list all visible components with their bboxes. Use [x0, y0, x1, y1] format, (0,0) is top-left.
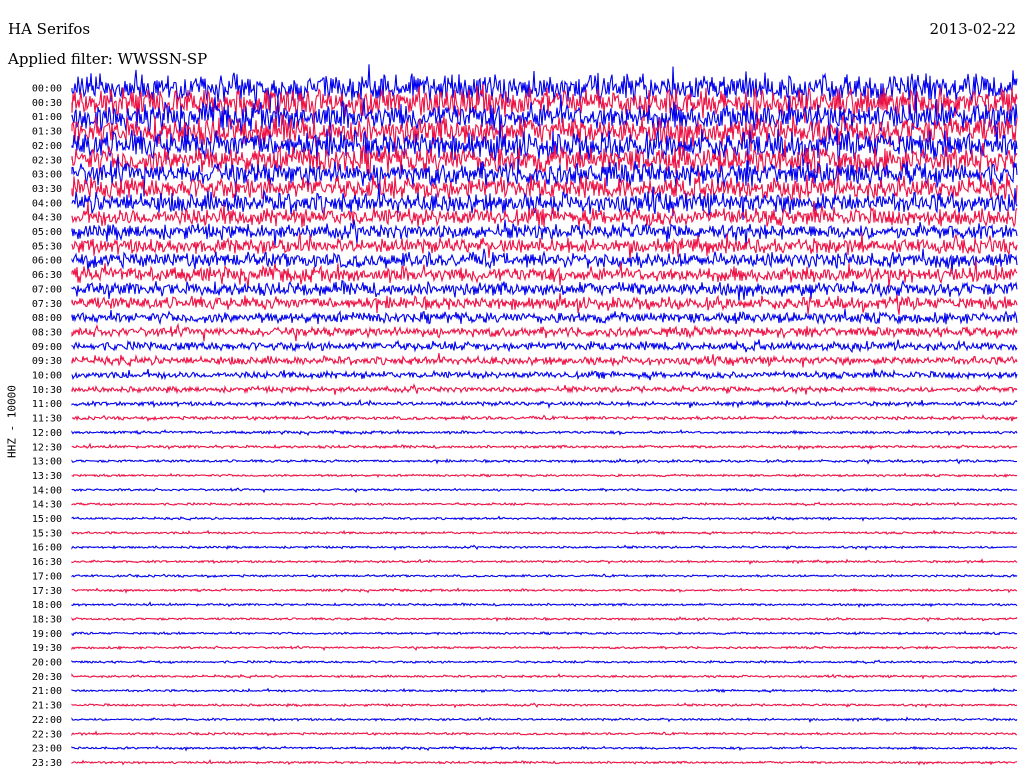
time-tick-label: 17:30: [32, 586, 62, 597]
seismogram-plot: 00:00 00:30 01:00 01:30 02:00 02:30 03:00 03:30…: [32, 64, 1018, 769]
time-tick-label: 03:30: [32, 184, 62, 195]
trace-line: [71, 90, 1018, 143]
trace-line: [71, 352, 1018, 368]
time-tick-label: 04:00: [32, 198, 62, 209]
trace-line: [71, 558, 1018, 566]
trace-line: [71, 529, 1018, 536]
time-tick-label: 05:00: [32, 227, 62, 238]
time-tick-label: 11:00: [32, 399, 62, 410]
time-tick-label: 15:30: [32, 528, 62, 539]
time-tick-label: 18:00: [32, 600, 62, 611]
trace-line: [71, 442, 1018, 451]
time-tick-label: 07:30: [32, 299, 62, 310]
time-tick-label: 23:00: [32, 744, 62, 755]
time-tick-label: 04:30: [32, 213, 62, 224]
time-tick-label: 08:30: [32, 327, 62, 338]
trace-line: [71, 515, 1018, 522]
trace-line: [71, 487, 1018, 494]
time-tick-label: 10:00: [32, 371, 62, 382]
trace-line: [71, 260, 1018, 289]
time-tick-label: 09:30: [32, 356, 62, 367]
time-tick-label: 06:30: [32, 270, 62, 281]
time-tick-label: 16:00: [32, 543, 62, 554]
trace-line: [71, 171, 1018, 204]
trace-line: [71, 414, 1018, 422]
time-tick-label: 20:30: [32, 672, 62, 683]
time-tick-label: 10:30: [32, 385, 62, 396]
time-tick-label: 03:00: [32, 170, 62, 181]
time-tick-label: 05:30: [32, 241, 62, 252]
trace-line: [71, 745, 1018, 752]
trace-line: [71, 601, 1018, 608]
trace-line: [71, 279, 1018, 302]
trace-line: [71, 472, 1018, 479]
time-tick-label: 21:00: [32, 686, 62, 697]
time-tick-label: 01:30: [32, 127, 62, 138]
time-tick-label: 12:00: [32, 428, 62, 439]
trace-line: [71, 616, 1018, 623]
trace-line: [71, 730, 1018, 737]
time-tick-label: 23:30: [32, 758, 62, 769]
trace-line: [71, 659, 1018, 665]
trace-line: [71, 673, 1017, 680]
trace-line: [71, 309, 1018, 326]
time-tick-label: 15:00: [32, 514, 62, 525]
trace-line: [71, 687, 1018, 694]
time-tick-label: 21:30: [32, 701, 62, 712]
time-tick-label: 18:30: [32, 614, 62, 625]
time-tick-label: 11:30: [32, 414, 62, 425]
trace-line: [71, 587, 1018, 594]
trace-line: [71, 630, 1018, 637]
trace-line: [71, 293, 1018, 315]
trace-line: [71, 368, 1018, 381]
trace-line: [71, 716, 1018, 724]
time-tick-label: 01:00: [32, 112, 62, 123]
time-tick-label: 20:00: [32, 658, 62, 669]
time-tick-label: 14:00: [32, 485, 62, 496]
trace-line: [71, 644, 1018, 652]
time-tick-label: 07:00: [32, 284, 62, 295]
time-tick-label: 14:30: [32, 500, 62, 511]
trace-line: [71, 573, 1018, 579]
time-tick-label: 13:30: [32, 471, 62, 482]
time-tick-label: 19:30: [32, 643, 62, 654]
time-tick-label: 08:00: [32, 313, 62, 324]
time-tick-label: 06:00: [32, 256, 62, 267]
trace-line: [71, 322, 1018, 342]
time-tick-label: 22:00: [32, 715, 62, 726]
trace-line: [71, 702, 1018, 709]
trace-line: [71, 399, 1018, 409]
time-tick-label: 00:30: [32, 98, 62, 109]
time-tick-label: 22:30: [32, 729, 62, 740]
trace-line: [71, 428, 1018, 437]
time-tick-label: 13:00: [32, 457, 62, 468]
time-tick-label: 00:00: [32, 84, 62, 95]
time-tick-label: 02:30: [32, 155, 62, 166]
trace-line: [71, 544, 1018, 551]
time-tick-label: 09:00: [32, 342, 62, 353]
trace-line: [71, 501, 1018, 507]
trace-line: [71, 758, 1018, 766]
time-tick-label: 12:30: [32, 442, 62, 453]
trace-line: [71, 457, 1018, 465]
time-tick-label: 02:00: [32, 141, 62, 152]
time-tick-label: 19:00: [32, 629, 62, 640]
time-tick-label: 17:00: [32, 571, 62, 582]
time-tick-label: 16:30: [32, 557, 62, 568]
trace-line: [71, 383, 1018, 395]
trace-line: [71, 339, 1018, 354]
